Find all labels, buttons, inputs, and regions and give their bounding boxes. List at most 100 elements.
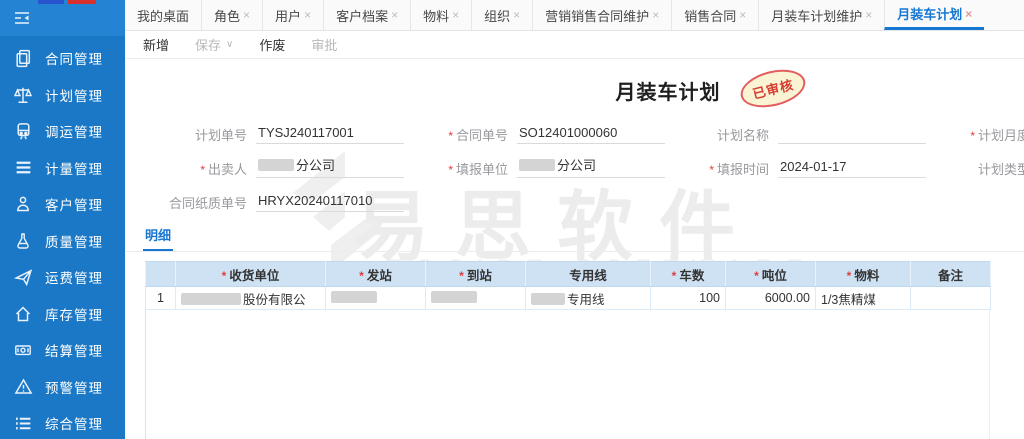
close-icon[interactable]: ×: [391, 8, 398, 22]
tab-label: 销售合同: [684, 6, 736, 25]
arrival-station-cell[interactable]: [426, 287, 526, 310]
sidebar-item-label: 调运管理: [45, 121, 103, 141]
close-icon[interactable]: ×: [965, 7, 972, 21]
customer-icon: [12, 194, 34, 214]
void-button[interactable]: 作废: [259, 35, 285, 54]
field-label: 出卖人: [208, 162, 247, 177]
plan-name-input[interactable]: [778, 125, 926, 144]
grid-empty-area: [145, 310, 990, 439]
approved-stamp: 已审核: [737, 64, 810, 114]
close-icon[interactable]: ×: [243, 8, 250, 22]
sidebar-item-label: 结算管理: [45, 340, 103, 360]
field-seller: *出卖人 分公司: [143, 153, 404, 178]
sidebar-item-general[interactable]: 综合管理: [0, 405, 125, 439]
col-vehicle-count[interactable]: *车数: [651, 262, 726, 287]
sidebar-item-metering[interactable]: 计量管理: [0, 150, 125, 187]
sidebar-item-settlement[interactable]: 结算管理: [0, 332, 125, 369]
tab-bar: 我的桌面 角色× 用户× 客户档案× 物料× 组织× 营销销售合同维护× 销售合…: [125, 0, 1024, 31]
sidebar-item-customer[interactable]: 客户管理: [0, 186, 125, 223]
sidebar-item-label: 客户管理: [45, 194, 103, 214]
required-mark: *: [200, 163, 205, 177]
sidebar-item-inventory[interactable]: 库存管理: [0, 296, 125, 333]
add-button[interactable]: 新增: [143, 35, 169, 54]
col-material[interactable]: *物料: [816, 262, 911, 287]
field-label: 合同单号: [456, 128, 508, 143]
reporting-time-input[interactable]: 2024-01-17: [778, 159, 926, 178]
sidebar-item-freight[interactable]: 运费管理: [0, 259, 125, 296]
close-icon[interactable]: ×: [865, 8, 872, 22]
alert-icon: [12, 377, 34, 397]
close-icon[interactable]: ×: [513, 8, 520, 22]
toolbar: 新增 保存∨ 作废 审批 « ‹ › »: [125, 31, 1024, 59]
close-icon[interactable]: ×: [304, 8, 311, 22]
dedicated-line-cell[interactable]: 专用线: [526, 287, 651, 310]
page-title: 月装车计划: [616, 76, 721, 105]
consignee-cell[interactable]: 股份有限公: [176, 287, 326, 310]
tab-detail[interactable]: 明细: [143, 225, 173, 251]
app-root: 合同管理 计划管理 调运管理 计量管理 客户管理 质量管理: [0, 0, 1024, 439]
tab-monthly-loading-plan-maintain[interactable]: 月装车计划维护×: [758, 0, 884, 30]
tab-organization[interactable]: 组织×: [471, 0, 532, 30]
contract-no-input[interactable]: SO12401000060: [517, 125, 665, 144]
field-reporting-time: *填报时间 2024-01-17: [665, 153, 926, 178]
sidebar-item-contract[interactable]: 合同管理: [0, 40, 125, 77]
sidebar-item-quality[interactable]: 质量管理: [0, 223, 125, 260]
tab-sales-contract[interactable]: 销售合同×: [671, 0, 758, 30]
departure-station-cell[interactable]: [326, 287, 426, 310]
sidebar-item-plan[interactable]: 计划管理: [0, 77, 125, 114]
field-plan-month: *计划月度 2024-01: [926, 119, 1024, 144]
tab-label: 月装车计划维护: [771, 6, 862, 25]
tab-user[interactable]: 用户×: [262, 0, 323, 30]
quality-icon: [12, 231, 34, 251]
dispatch-icon: [12, 121, 34, 141]
seller-input[interactable]: 分公司: [256, 155, 404, 178]
col-tonnage[interactable]: *吨位: [726, 262, 816, 287]
tab-monthly-loading-plan[interactable]: 月装车计划×: [884, 0, 984, 30]
sidebar-item-dispatch[interactable]: 调运管理: [0, 113, 125, 150]
sidebar-item-alert[interactable]: 预警管理: [0, 369, 125, 406]
sidebar-item-label: 计量管理: [45, 158, 103, 178]
required-mark: *: [448, 163, 453, 177]
close-icon[interactable]: ×: [452, 8, 459, 22]
redacted-text: [181, 293, 241, 305]
required-mark: *: [448, 129, 453, 143]
field-label: 计划名称: [717, 128, 769, 143]
remark-cell[interactable]: [911, 287, 991, 310]
tab-material[interactable]: 物料×: [410, 0, 471, 30]
collapse-menu-button[interactable]: [0, 0, 125, 36]
col-departure-station[interactable]: *发站: [326, 262, 426, 287]
contract-icon: [12, 48, 34, 68]
save-button[interactable]: 保存∨: [195, 35, 233, 54]
field-contract-no: *合同单号 SO12401000060: [404, 119, 665, 144]
redacted-text: [531, 293, 565, 305]
vehicle-count-cell[interactable]: 100: [651, 287, 726, 310]
plan-no-input[interactable]: TYSJ240117001: [256, 125, 404, 144]
tab-role[interactable]: 角色×: [201, 0, 262, 30]
plan-form: 计划单号 TYSJ240117001 *合同单号 SO12401000060 计…: [125, 119, 1024, 212]
redacted-text: [431, 291, 477, 303]
field-paper-contract-no: 合同纸质单号 HRYX20240117010: [143, 187, 404, 212]
tab-customer-file[interactable]: 客户档案×: [323, 0, 410, 30]
required-mark: *: [672, 269, 677, 283]
reporting-unit-input[interactable]: 分公司: [517, 155, 665, 178]
col-remark[interactable]: 备注: [911, 262, 991, 287]
tab-marketing-sales-contract[interactable]: 营销销售合同维护×: [532, 0, 671, 30]
tab-my-desktop[interactable]: 我的桌面: [125, 0, 201, 30]
row-number-cell: 1: [146, 287, 176, 310]
col-consignee[interactable]: *收货单位: [176, 262, 326, 287]
sidebar-item-label: 运费管理: [45, 267, 103, 287]
content-area: 易思软件 EOSIDE SOFTWARE 月装车计划 已审核 计划单号 TYSJ…: [125, 59, 1024, 439]
field-label: 填报时间: [717, 162, 769, 177]
sidebar-item-label: 计划管理: [45, 85, 103, 105]
tonnage-cell[interactable]: 6000.00: [726, 287, 816, 310]
table-row[interactable]: 1 股份有限公 专用线 100 6000.00 1/3焦精煤: [146, 287, 991, 310]
material-cell[interactable]: 1/3焦精煤: [816, 287, 911, 310]
inventory-icon: [12, 304, 34, 324]
tab-label: 用户: [275, 6, 301, 25]
col-arrival-station[interactable]: *到站: [426, 262, 526, 287]
paper-contract-no-input[interactable]: HRYX20240117010: [256, 193, 404, 212]
close-icon[interactable]: ×: [652, 8, 659, 22]
approve-button[interactable]: 审批: [311, 35, 337, 54]
close-icon[interactable]: ×: [739, 8, 746, 22]
col-dedicated-line[interactable]: 专用线: [526, 262, 651, 287]
